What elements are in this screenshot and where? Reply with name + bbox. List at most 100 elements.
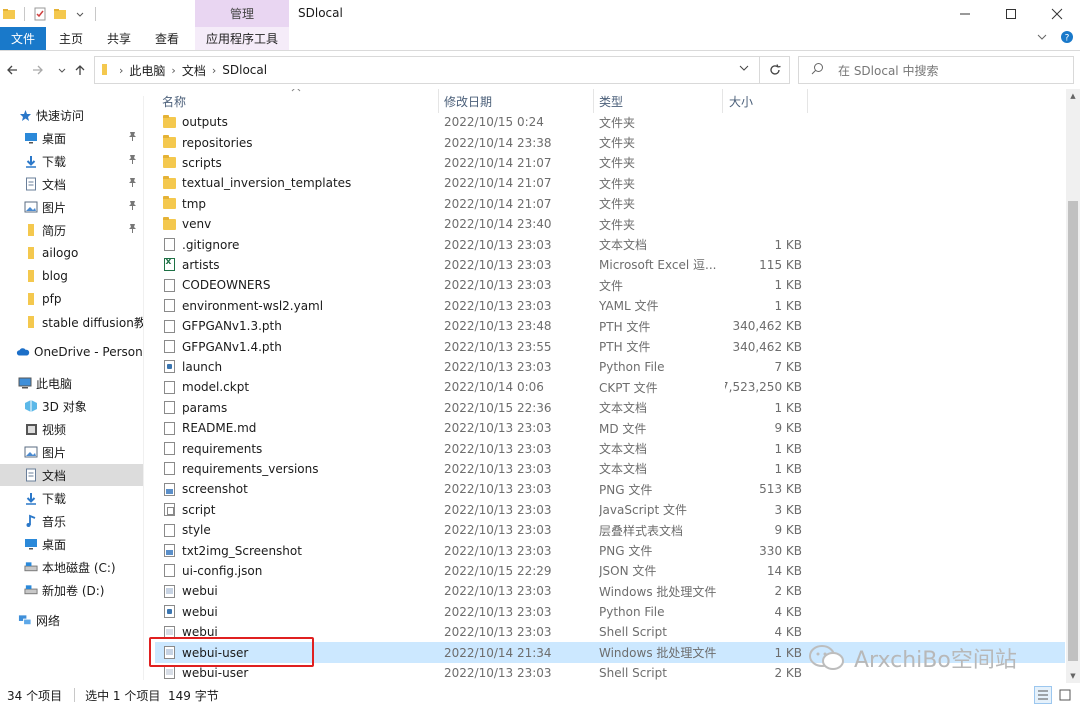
file-row[interactable]: script 2022/10/13 23:03 JavaScript 文件 3 KB xyxy=(155,500,1065,520)
file-date: 2022/10/13 23:03 xyxy=(444,625,552,640)
file-row[interactable]: screenshot 2022/10/13 23:03 PNG 文件 513 KB xyxy=(155,479,1065,499)
file-row[interactable]: artists 2022/10/13 23:03 Microsoft Excel 逗… xyxy=(155,255,1065,275)
tab-share[interactable]: 共享 xyxy=(96,27,142,50)
sidebar-item[interactable]: 视频 xyxy=(0,418,143,440)
pin-icon[interactable] xyxy=(128,200,137,213)
properties-icon[interactable] xyxy=(33,7,47,21)
breadcrumb-sdlocal[interactable]: SDlocal xyxy=(222,63,267,77)
file-row[interactable]: webui 2022/10/13 23:03 Windows 批处理文件 2 KB xyxy=(155,581,1065,601)
minimize-button[interactable] xyxy=(942,0,988,27)
sidebar-item[interactable]: ailogo xyxy=(0,242,143,264)
sidebar-item[interactable]: 下载 xyxy=(0,487,143,509)
file-row[interactable]: requirements_versions 2022/10/13 23:03 文本文… xyxy=(155,459,1065,479)
breadcrumb-this-pc[interactable]: 此电脑 xyxy=(129,62,165,79)
tab-home[interactable]: 主页 xyxy=(48,27,94,50)
breadcrumb-separator-icon[interactable]: › xyxy=(212,64,216,77)
manage-context-tab[interactable]: 管理 xyxy=(195,0,289,27)
file-row[interactable]: GFPGANv1.3.pth 2022/10/13 23:48 PTH 文件 340,… xyxy=(155,316,1065,336)
file-row[interactable]: CODEOWNERS 2022/10/13 23:03 文件 1 KB xyxy=(155,275,1065,295)
sidebar-item[interactable]: 本地磁盘 (C:) xyxy=(0,556,143,578)
refresh-button[interactable] xyxy=(760,56,790,84)
close-button[interactable] xyxy=(1034,0,1080,27)
file-row[interactable]: README.md 2022/10/13 23:03 MD 文件 9 KB xyxy=(155,418,1065,438)
chevron-down-icon[interactable] xyxy=(73,7,87,21)
pin-icon[interactable] xyxy=(128,154,137,167)
column-header-date[interactable]: 修改日期 xyxy=(444,89,594,113)
file-row[interactable]: scripts 2022/10/14 21:07 文件夹 xyxy=(155,153,1065,173)
column-divider[interactable] xyxy=(438,89,439,113)
maximize-button[interactable] xyxy=(988,0,1034,27)
column-header-name[interactable]: 名称 xyxy=(162,89,442,113)
file-row[interactable]: params 2022/10/15 22:36 文本文档 1 KB xyxy=(155,398,1065,418)
sidebar-item[interactable]: OneDrive - Personal xyxy=(0,341,143,363)
file-row[interactable]: webui 2022/10/13 23:03 Shell Script 4 KB xyxy=(155,622,1065,642)
vertical-scrollbar[interactable]: ▲ ▼ xyxy=(1066,89,1080,683)
sidebar-item[interactable]: stable diffusion教程 xyxy=(0,311,143,333)
sidebar-item[interactable]: 图片 xyxy=(0,441,143,463)
pin-icon[interactable] xyxy=(128,223,137,236)
file-row[interactable]: outputs 2022/10/15 0:24 文件夹 xyxy=(155,112,1065,132)
new-folder-icon[interactable] xyxy=(53,7,67,21)
sidebar-item[interactable]: 快速访问 xyxy=(0,104,143,126)
sidebar-item[interactable]: 下载 xyxy=(0,150,143,172)
up-button[interactable] xyxy=(72,60,88,80)
back-button[interactable] xyxy=(4,60,20,80)
column-divider[interactable] xyxy=(722,89,723,113)
column-header-type[interactable]: 类型 xyxy=(599,89,724,113)
tab-file[interactable]: 文件 xyxy=(0,27,46,50)
large-icons-view-button[interactable] xyxy=(1056,686,1074,704)
file-row[interactable]: tmp 2022/10/14 21:07 文件夹 xyxy=(155,194,1065,214)
help-icon[interactable]: ? xyxy=(1060,30,1074,47)
scrollbar-thumb[interactable] xyxy=(1068,201,1078,661)
file-row[interactable]: .gitignore 2022/10/13 23:03 文本文档 1 KB xyxy=(155,234,1065,254)
sidebar-item[interactable]: blog xyxy=(0,265,143,287)
picture-icon xyxy=(24,200,38,214)
file-row[interactable]: repositories 2022/10/14 23:38 文件夹 xyxy=(155,132,1065,152)
sidebar-item[interactable]: 新加卷 (D:) xyxy=(0,579,143,601)
tab-view[interactable]: 查看 xyxy=(144,27,190,50)
address-bar[interactable]: › 此电脑 › 文档 › SDlocal xyxy=(94,56,760,84)
breadcrumb-separator-icon[interactable]: › xyxy=(171,64,175,77)
file-row[interactable]: venv 2022/10/14 23:40 文件夹 xyxy=(155,214,1065,234)
chevron-down-icon[interactable] xyxy=(739,63,749,76)
file-row[interactable]: webui 2022/10/13 23:03 Python File 4 KB xyxy=(155,602,1065,622)
file-row[interactable]: txt2img_Screenshot 2022/10/13 23:03 PNG 文件… xyxy=(155,540,1065,560)
breadcrumb-documents[interactable]: 文档 xyxy=(182,62,206,79)
recent-locations-button[interactable] xyxy=(56,60,68,80)
column-header-size[interactable]: 大小 xyxy=(729,89,806,113)
forward-button[interactable] xyxy=(30,60,46,80)
scroll-down-icon[interactable]: ▼ xyxy=(1066,669,1080,683)
file-row[interactable]: style 2022/10/13 23:03 层叠样式表文档 9 KB xyxy=(155,520,1065,540)
sidebar-item[interactable]: 文档 xyxy=(0,464,143,486)
sidebar-item[interactable]: 图片 xyxy=(0,196,143,218)
pin-icon[interactable] xyxy=(128,131,137,144)
search-input[interactable]: 在 SDlocal 中搜索 xyxy=(798,56,1074,84)
sidebar-item[interactable]: 网络 xyxy=(0,609,143,631)
scroll-up-icon[interactable]: ▲ xyxy=(1066,89,1080,103)
file-row[interactable]: textual_inversion_templates 2022/10/14 21… xyxy=(155,173,1065,193)
sidebar-item[interactable]: 桌面 xyxy=(0,533,143,555)
column-divider[interactable] xyxy=(593,89,594,113)
column-divider[interactable] xyxy=(807,89,808,113)
breadcrumb-separator-icon[interactable]: › xyxy=(119,64,123,77)
file-date: 2022/10/13 23:03 xyxy=(444,298,552,313)
file-name-cell: textual_inversion_templates xyxy=(162,173,442,193)
sidebar-item[interactable]: 此电脑 xyxy=(0,372,143,394)
sidebar-item[interactable]: 3D 对象 xyxy=(0,395,143,417)
file-row[interactable]: ui-config.json 2022/10/15 22:29 JSON 文件 14 … xyxy=(155,561,1065,581)
sidebar-item[interactable]: 音乐 xyxy=(0,510,143,532)
file-row[interactable]: launch 2022/10/13 23:03 Python File 7 KB xyxy=(155,357,1065,377)
file-row[interactable]: requirements 2022/10/13 23:03 文本文档 1 KB xyxy=(155,438,1065,458)
sidebar-item[interactable]: 桌面 xyxy=(0,127,143,149)
pin-icon[interactable] xyxy=(128,177,137,190)
folder-icon[interactable] xyxy=(2,7,16,21)
file-row[interactable]: model.ckpt 2022/10/14 0:06 CKPT 文件 7,523,25… xyxy=(155,377,1065,397)
details-view-button[interactable] xyxy=(1034,686,1052,704)
sidebar-item[interactable]: 文档 xyxy=(0,173,143,195)
file-row[interactable]: environment-wsl2.yaml 2022/10/13 23:03 YAM… xyxy=(155,296,1065,316)
file-row[interactable]: GFPGANv1.4.pth 2022/10/13 23:55 PTH 文件 340,… xyxy=(155,336,1065,356)
sidebar-item[interactable]: pfp xyxy=(0,288,143,310)
expand-ribbon-icon[interactable] xyxy=(1036,31,1048,46)
tab-application-tools[interactable]: 应用程序工具 xyxy=(195,27,289,50)
sidebar-item[interactable]: 简历 xyxy=(0,219,143,241)
